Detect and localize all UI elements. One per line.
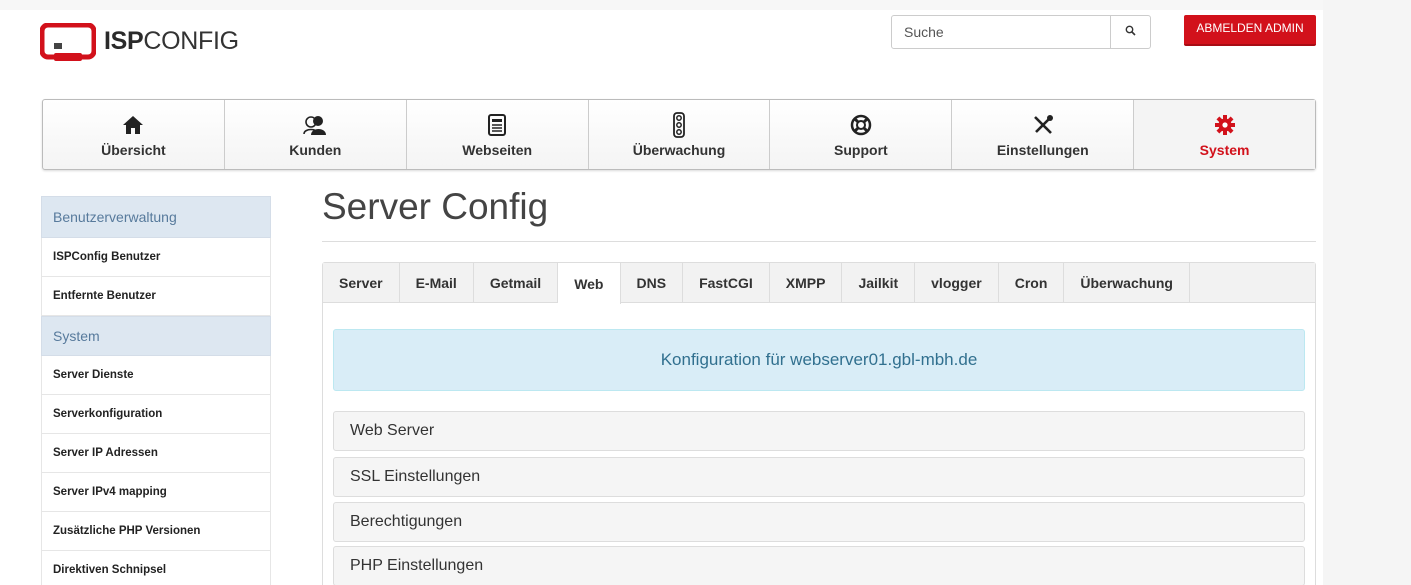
- nav-item-ueberwachung[interactable]: Überwachung: [589, 100, 771, 169]
- right-gutter: [1323, 0, 1411, 585]
- sidebar-item-ispconfig-benutzer[interactable]: ISPConfig Benutzer: [41, 238, 271, 277]
- search-input[interactable]: Suche: [891, 15, 1112, 49]
- logo-text-light: CONFIG: [143, 26, 239, 55]
- server-info-alert: Konfiguration für webserver01.gbl-mbh.de: [333, 329, 1305, 391]
- document-icon: [487, 111, 507, 139]
- tab-dns[interactable]: DNS: [621, 263, 684, 303]
- ispconfig-logo[interactable]: ISPCONFIG: [39, 20, 239, 62]
- tab-fastcgi[interactable]: FastCGI: [683, 263, 770, 303]
- top-strip: [0, 0, 1411, 10]
- sidebar-item-server-ip-adressen[interactable]: Server IP Adressen: [41, 434, 271, 473]
- main-navigation: Übersicht Kunden Webseiten Überwachung S…: [42, 99, 1316, 170]
- search-icon: [1125, 23, 1136, 41]
- sidebar-section-system: System: [41, 316, 271, 356]
- tab-vlogger[interactable]: vlogger: [915, 263, 999, 303]
- tab-server[interactable]: Server: [323, 263, 400, 303]
- sidebar: Benutzerverwaltung ISPConfig Benutzer En…: [41, 196, 271, 585]
- tab-jailkit[interactable]: Jailkit: [842, 263, 916, 303]
- config-panel: Server E-Mail Getmail Web DNS FastCGI XM…: [322, 262, 1316, 585]
- lifebuoy-icon: [850, 111, 872, 139]
- page-title: Server Config: [322, 186, 549, 227]
- sidebar-item-entfernte-benutzer[interactable]: Entfernte Benutzer: [41, 277, 271, 316]
- sidebar-item-direktiven-schnipsel[interactable]: Direktiven Schnipsel: [41, 551, 271, 585]
- tab-web[interactable]: Web: [558, 263, 621, 304]
- tab-email[interactable]: E-Mail: [400, 263, 474, 303]
- search-button[interactable]: [1110, 15, 1151, 49]
- traffic-light-icon: [672, 111, 686, 139]
- nav-item-label: Support: [834, 142, 888, 158]
- nav-item-support[interactable]: Support: [770, 100, 953, 169]
- tab-bar: Server E-Mail Getmail Web DNS FastCGI XM…: [323, 263, 1315, 304]
- section-ssl-einstellungen[interactable]: SSL Einstellungen: [333, 457, 1305, 497]
- nav-item-label: Überwachung: [632, 142, 726, 158]
- tab-xmpp[interactable]: XMPP: [770, 263, 843, 303]
- logo-text: ISPCONFIG: [104, 27, 239, 56]
- section-php-einstellungen[interactable]: PHP Einstellungen: [333, 546, 1305, 585]
- nav-item-label: System: [1199, 142, 1250, 158]
- tab-getmail[interactable]: Getmail: [474, 263, 559, 303]
- monitor-logo-icon: [39, 22, 97, 61]
- nav-item-label: Kunden: [289, 142, 342, 158]
- section-berechtigungen[interactable]: Berechtigungen: [333, 502, 1305, 542]
- nav-item-webseiten[interactable]: Webseiten: [407, 100, 589, 169]
- nav-item-kunden[interactable]: Kunden: [225, 100, 407, 169]
- home-icon: [122, 111, 144, 139]
- sidebar-item-server-ipv4-mapping[interactable]: Server IPv4 mapping: [41, 473, 271, 512]
- tab-ueberwachung[interactable]: Überwachung: [1064, 263, 1190, 303]
- tab-cron[interactable]: Cron: [999, 263, 1065, 303]
- users-icon: [303, 111, 327, 139]
- nav-item-uebersicht[interactable]: Übersicht: [43, 100, 225, 169]
- tools-icon: [1032, 111, 1054, 139]
- title-divider: [322, 241, 1316, 242]
- gear-icon: [1214, 111, 1236, 139]
- sidebar-item-serverkonfiguration[interactable]: Serverkonfiguration: [41, 395, 271, 434]
- logo-text-bold: ISP: [104, 26, 144, 55]
- nav-item-einstellungen[interactable]: Einstellungen: [952, 100, 1135, 169]
- nav-item-system[interactable]: System: [1134, 100, 1316, 169]
- sidebar-item-zusaetzliche-php-versionen[interactable]: Zusätzliche PHP Versionen: [41, 512, 271, 551]
- logout-button[interactable]: ABMELDEN ADMIN: [1184, 15, 1316, 46]
- sidebar-section-benutzerverwaltung: Benutzerverwaltung: [41, 196, 271, 238]
- nav-item-label: Übersicht: [101, 142, 166, 158]
- sidebar-item-server-dienste[interactable]: Server Dienste: [41, 356, 271, 395]
- nav-item-label: Webseiten: [462, 142, 533, 158]
- nav-item-label: Einstellungen: [996, 142, 1089, 158]
- section-web-server[interactable]: Web Server: [333, 411, 1305, 451]
